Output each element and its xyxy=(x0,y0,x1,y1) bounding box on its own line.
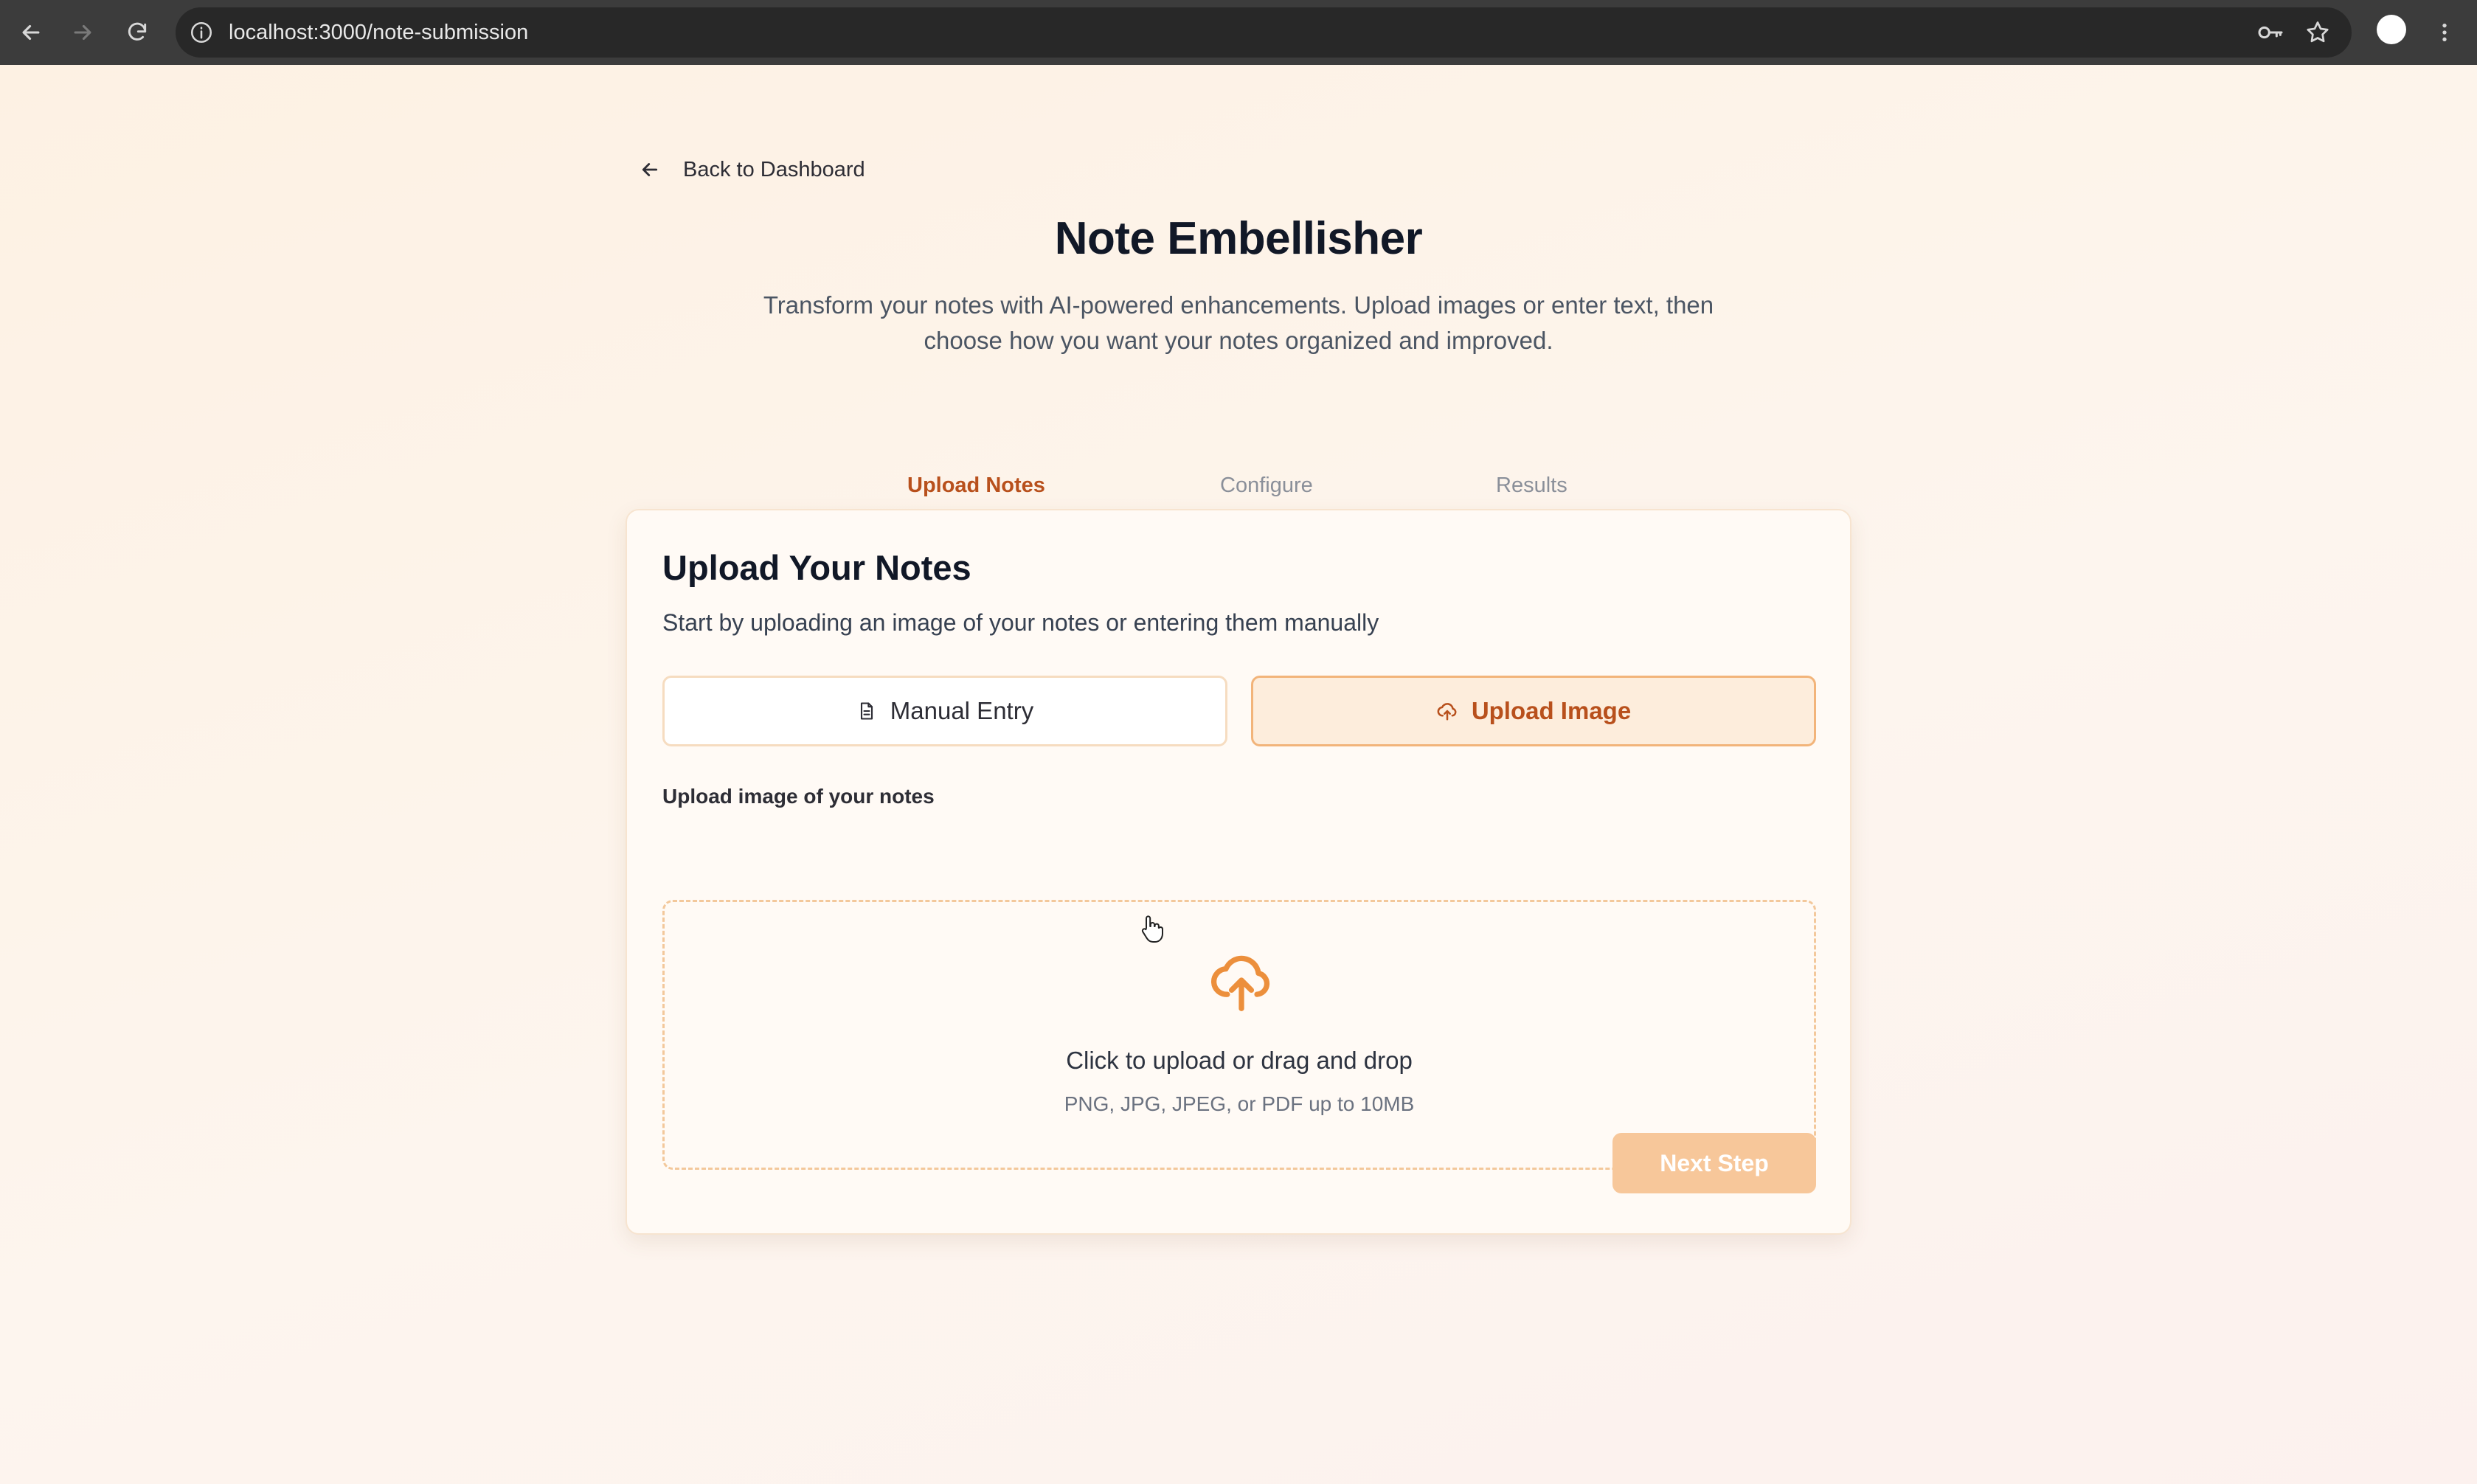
more-menu-icon[interactable] xyxy=(2427,15,2462,50)
manual-entry-label: Manual Entry xyxy=(890,697,1034,724)
browser-toolbar: localhost:3000/note-submission xyxy=(0,0,2477,65)
reload-icon[interactable] xyxy=(119,15,155,50)
url-text[interactable]: localhost:3000/note-submission xyxy=(229,7,528,58)
card-description: Start by uploading an image of your note… xyxy=(662,609,1379,636)
dropzone-sub-text: PNG, JPG, JPEG, or PDF up to 10MB xyxy=(1064,1092,1415,1115)
dropzone-main-text: Click to upload or drag and drop xyxy=(1066,1047,1413,1074)
forward-arrow-icon[interactable] xyxy=(65,15,100,50)
card-title: Upload Your Notes xyxy=(662,548,971,587)
bookmark-star-icon[interactable] xyxy=(2300,15,2335,50)
upload-field-label: Upload image of your notes xyxy=(662,785,935,808)
password-key-icon[interactable] xyxy=(2253,15,2288,50)
info-icon[interactable] xyxy=(189,20,214,45)
step-upload-notes: Upload Notes xyxy=(907,474,1045,497)
page-content: Back to Dashboard Note Embellisher Trans… xyxy=(0,65,2477,1484)
back-link-label: Back to Dashboard xyxy=(683,157,865,181)
upload-image-label: Upload Image xyxy=(1471,697,1632,724)
back-arrow-icon[interactable] xyxy=(13,15,49,50)
step-results: Results xyxy=(1496,474,1567,497)
page-title: Note Embellisher xyxy=(1054,213,1423,264)
page-subtitle: Transform your notes with AI-powered enh… xyxy=(763,291,1714,354)
back-to-dashboard-link[interactable]: Back to Dashboard xyxy=(639,148,865,192)
profile-avatar[interactable] xyxy=(2377,15,2406,44)
upload-card: Upload Your Notes Start by uploading an … xyxy=(626,509,1851,1235)
file-dropzone[interactable]: Click to upload or drag and drop PNG, JP… xyxy=(662,900,1816,1170)
cloud-upload-icon xyxy=(1436,700,1458,722)
manual-entry-button[interactable]: Manual Entry xyxy=(662,676,1227,746)
cloud-upload-icon xyxy=(1208,946,1275,1014)
step-configure: Configure xyxy=(1220,474,1313,497)
address-bar[interactable]: localhost:3000/note-submission xyxy=(176,7,2352,58)
upload-image-button[interactable]: Upload Image xyxy=(1251,676,1816,746)
arrow-left-icon xyxy=(639,159,661,181)
next-step-button[interactable]: Next Step xyxy=(1612,1133,1816,1193)
document-icon xyxy=(856,701,877,721)
hand-cursor-icon xyxy=(1139,915,1164,944)
